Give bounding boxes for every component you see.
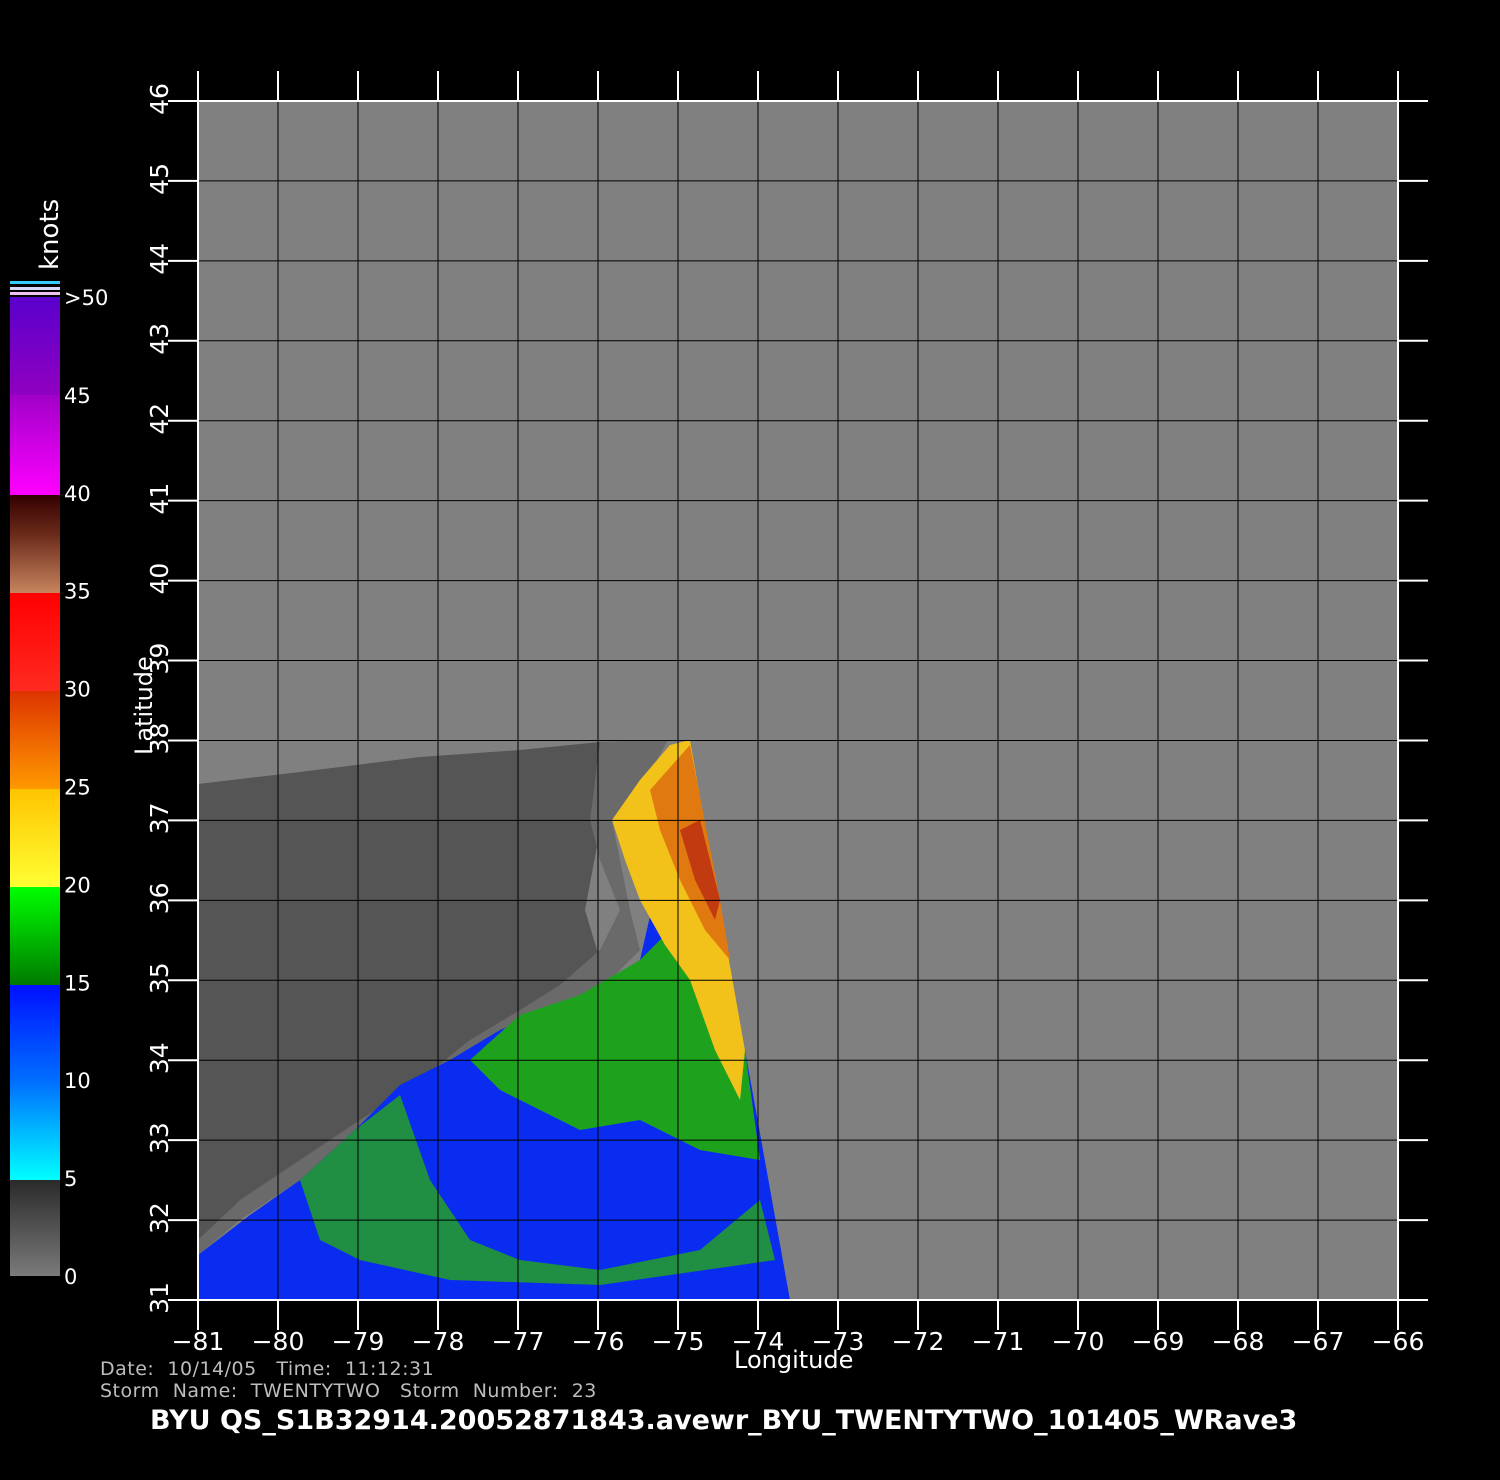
y-tick-label: 43 — [145, 323, 174, 355]
x-tick-label: −77 — [492, 1327, 545, 1356]
y-tick-label: 45 — [145, 163, 174, 195]
colorbar-band-15-20 — [10, 887, 60, 985]
colorbar-top-stripe-light — [10, 287, 60, 290]
colorbar-band-0-5 — [10, 1180, 60, 1276]
y-tick-label: 33 — [145, 1122, 174, 1154]
storm-caption: Storm Name: TWENTYTWO Storm Number: 23 — [100, 1380, 597, 1402]
file-title: BYU QS_S1B32914.20052871843.avewr_BYU_TW… — [150, 1405, 1298, 1436]
colorbar-band-45-50 — [10, 297, 60, 395]
y-tick-label: 42 — [145, 403, 174, 435]
colorbar-tick-label: 40 — [64, 482, 91, 506]
colorbar-tick-label: 10 — [64, 1069, 91, 1093]
colorbar-tick-label: 25 — [64, 776, 91, 800]
colorbar-tick-label: 0 — [64, 1265, 77, 1289]
x-tick-label: −70 — [1052, 1327, 1105, 1356]
colorbar-tick-label: 15 — [64, 971, 91, 995]
colorbar-top-stripe-cyan — [10, 281, 60, 284]
x-tick-label: −67 — [1292, 1327, 1345, 1356]
x-tick-label: −81 — [172, 1327, 225, 1356]
y-tick-label: 32 — [145, 1202, 174, 1234]
x-tick-label: −79 — [332, 1327, 385, 1356]
x-tick-label: −80 — [252, 1327, 305, 1356]
x-tick-label: −69 — [1132, 1327, 1185, 1356]
x-tick-label: −78 — [412, 1327, 465, 1356]
y-tick-label: 46 — [145, 83, 174, 115]
y-tick-label: 34 — [145, 1042, 174, 1074]
map-plot: −81 −80 −79 −78 −77 −76 −75 −74 −73 −72 −71 −70 −69−… — [130, 71, 1428, 1374]
colorbar-tick-label: 5 — [64, 1167, 77, 1191]
colorbar-tick-labels: >50 45 40 35 30 25 20 15 10 5 0 — [64, 286, 108, 1289]
x-axis-label: Longitude — [734, 1346, 853, 1374]
y-tick-label: 40 — [145, 563, 174, 595]
y-tick-label: 37 — [145, 802, 174, 834]
colorbar-tick-label: 20 — [64, 873, 91, 897]
colorbar-band-30-35 — [10, 593, 60, 691]
x-tick-label: −66 — [1372, 1327, 1425, 1356]
colorbar-band-20-25 — [10, 789, 60, 887]
x-tick-label: −75 — [652, 1327, 705, 1356]
x-tick-label: −76 — [572, 1327, 625, 1356]
y-tick-label: 44 — [145, 243, 174, 275]
colorbar-tick-label: 45 — [64, 384, 91, 408]
colorbar-top-stripe-pink — [10, 292, 60, 295]
y-axis-label: Latitude — [130, 656, 158, 755]
wind-map-figure: knots >50 45 40 35 30 25 20 15 10 5 0 −81 −80 −79 −78… — [10, 71, 1428, 1374]
colorbar-band-5-15 — [10, 985, 60, 1180]
y-tick-label: 31 — [145, 1282, 174, 1314]
x-tick-label: −68 — [1212, 1327, 1265, 1356]
colorbar-tick-label: 35 — [64, 580, 91, 604]
colorbar-unit-label: knots — [35, 199, 65, 270]
x-tick-label: −71 — [972, 1327, 1025, 1356]
x-tick-label: −72 — [892, 1327, 945, 1356]
date-time-caption: Date: 10/14/05 Time: 11:12:31 — [100, 1358, 435, 1380]
colorbar-tick-label: 30 — [64, 678, 91, 702]
colorbar-band-25-30 — [10, 691, 60, 789]
y-tick-label: 41 — [145, 483, 174, 515]
y-tick-label: 36 — [145, 882, 174, 914]
colorbar-band-35-40 — [10, 495, 60, 593]
colorbar-band-40-45 — [10, 395, 60, 495]
colorbar: knots >50 45 40 35 30 25 20 15 10 5 0 — [10, 199, 108, 1289]
y-tick-label: 35 — [145, 962, 174, 994]
colorbar-tick-label: >50 — [64, 286, 108, 310]
